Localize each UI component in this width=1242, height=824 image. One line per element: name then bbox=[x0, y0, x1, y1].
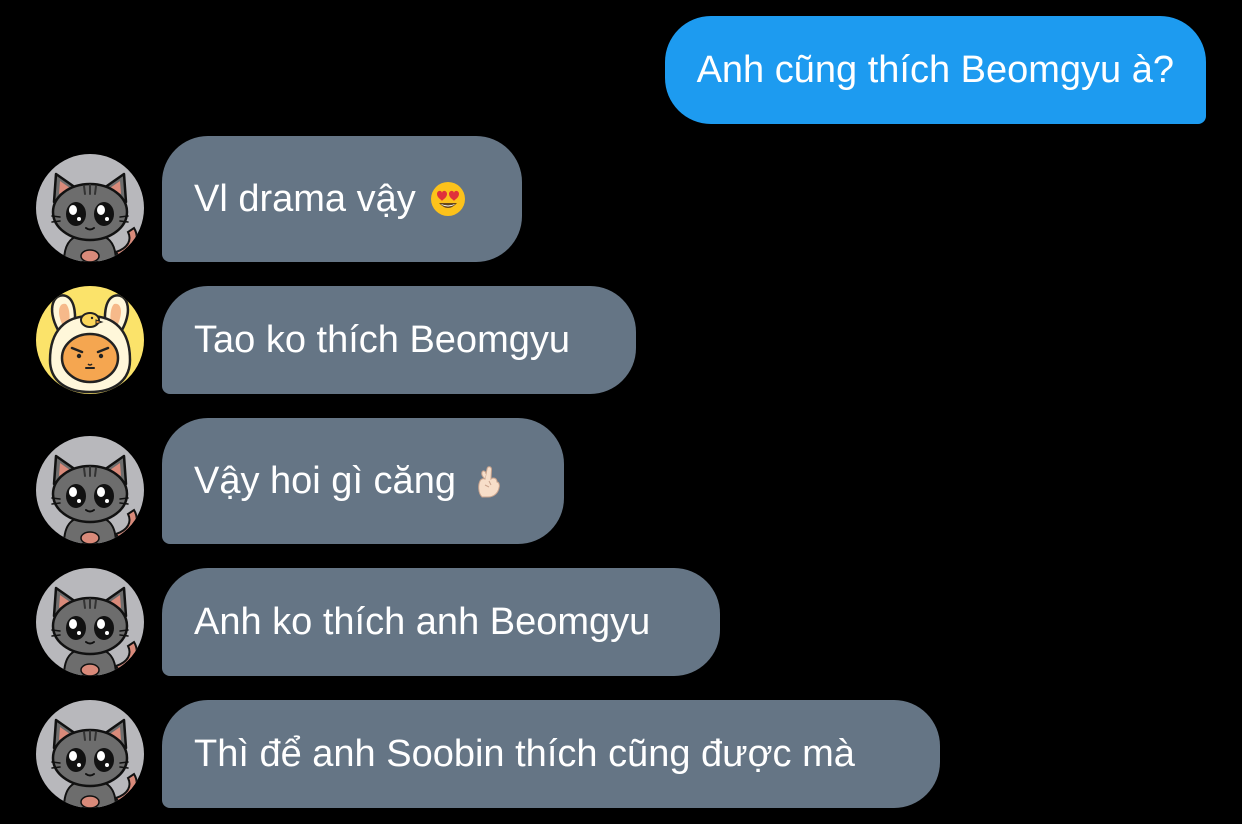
message-text: Vl drama vậy bbox=[194, 178, 416, 220]
gray-cat-icon bbox=[36, 154, 144, 262]
gray-cat-avatar[interactable] bbox=[36, 568, 144, 676]
message-text: Anh cũng thích Beomgyu à? bbox=[696, 49, 1174, 91]
yellow-bunny-avatar[interactable] bbox=[36, 286, 144, 394]
incoming-message-bubble[interactable]: Vl drama vậy bbox=[162, 136, 522, 262]
message-text: Vậy hoi gì căng bbox=[194, 460, 456, 502]
incoming-message-bubble[interactable]: Thì để anh Soobin thích cũng được mà bbox=[162, 700, 940, 808]
message-row: Anh cũng thích Beomgyu à? bbox=[0, 16, 1242, 124]
gray-cat-avatar[interactable] bbox=[36, 700, 144, 808]
incoming-message-bubble[interactable]: Tao ko thích Beomgyu bbox=[162, 286, 636, 394]
gray-cat-icon bbox=[36, 700, 144, 808]
message-row: Thì để anh Soobin thích cũng được mà bbox=[0, 700, 1242, 808]
message-row: Vậy hoi gì căng bbox=[0, 418, 1242, 544]
incoming-message-bubble[interactable]: Vậy hoi gì căng bbox=[162, 418, 564, 544]
finger-heart-emoji-icon bbox=[470, 463, 506, 499]
yellow-bunny-icon bbox=[36, 286, 144, 394]
message-row: Anh ko thích anh Beomgyu bbox=[0, 568, 1242, 676]
incoming-message-bubble[interactable]: Anh ko thích anh Beomgyu bbox=[162, 568, 720, 676]
gray-cat-avatar[interactable] bbox=[36, 154, 144, 262]
gray-cat-avatar[interactable] bbox=[36, 436, 144, 544]
outgoing-message-bubble[interactable]: Anh cũng thích Beomgyu à? bbox=[664, 16, 1206, 124]
message-row: Vl drama vậy bbox=[0, 136, 1242, 262]
heart-eyes-emoji-icon bbox=[430, 181, 466, 217]
message-text: Tao ko thích Beomgyu bbox=[194, 319, 570, 361]
message-row: Tao ko thích Beomgyu bbox=[0, 286, 1242, 394]
message-text: Anh ko thích anh Beomgyu bbox=[194, 601, 651, 643]
gray-cat-icon bbox=[36, 436, 144, 544]
gray-cat-icon bbox=[36, 568, 144, 676]
message-text: Thì để anh Soobin thích cũng được mà bbox=[194, 733, 855, 775]
